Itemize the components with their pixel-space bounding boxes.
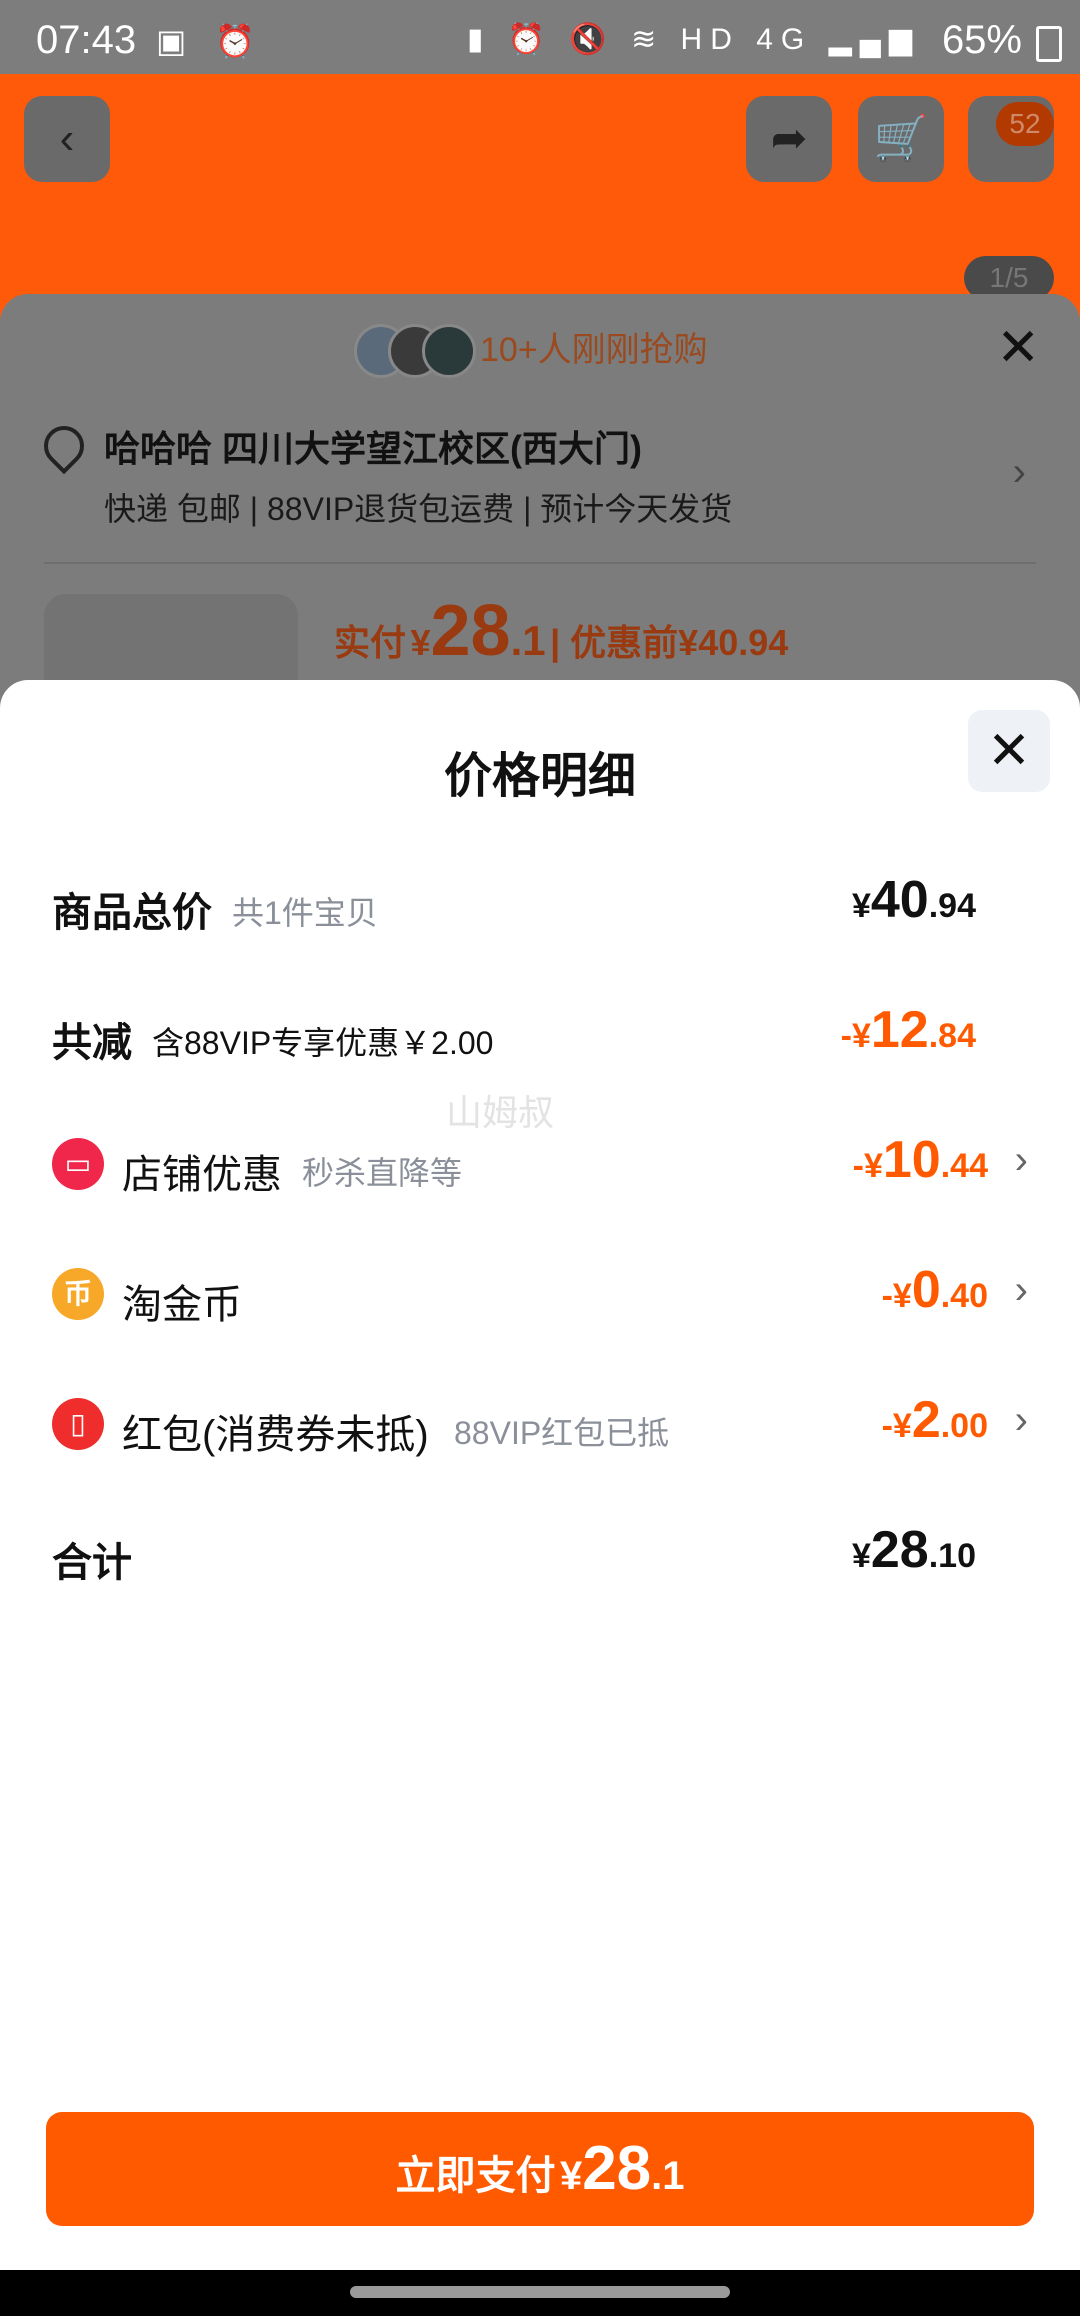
row-amount: -¥10.44 [852,1131,988,1189]
battery-percent: 65% [941,18,1022,62]
gold-coin-icon: 币 [52,1268,104,1320]
pay-button-int: 28 [582,2134,652,2203]
top-nav: ‹ ➦ 🛒 52 1/5 [0,74,1080,300]
shipping-info: 快递 包邮 | 88VIP退货包运费 | 预计今天发货 [104,491,733,527]
before-label: 优惠前 [570,622,679,663]
row-total-price: 商品总价 共1件宝贝 ¥40.94 [52,870,1028,940]
hd-label: HD [680,23,740,56]
row-amount: -¥12.84 [840,1001,976,1059]
chevron-right-icon: › [1012,450,1026,494]
close-icon: ✕ [987,722,1031,780]
row-gold-coin[interactable]: 币 淘金币 -¥0.40 › [52,1260,1028,1330]
pay-summary: 实付 ¥28.1 | 优惠前¥40.94 [334,591,789,671]
sheet-title: 价格明细 [443,750,636,803]
pay-currency: ¥ [410,622,431,663]
system-nav-bar [0,2270,1080,2316]
row-sub: 秒杀直降等 [302,1155,463,1191]
chevron-right-icon: › [1014,1398,1028,1442]
row-label: 店铺优惠 [122,1153,282,1197]
close-icon[interactable]: ✕ [996,318,1040,378]
share-icon[interactable]: ➦ [746,96,832,182]
row-sub: 含88VIP专享优惠￥2.00 [152,1025,494,1061]
shipping-item: 88VIP退货包运费 [267,491,515,527]
pay-dec: .1 [510,617,546,664]
pay-button-label: 立即支付 [395,2154,556,2198]
row-amount: -¥0.40 [881,1261,988,1319]
row-red-packet[interactable]: ▯ 红包(消费券未抵) 88VIP红包已抵 -¥2.00 › [52,1390,1028,1460]
watermark: 山姆叔 [446,1092,555,1133]
pay-label: 实付 [334,622,407,663]
shipping-item: 预计今天发货 [540,491,733,527]
location-pin-icon [35,417,93,475]
cart-icon[interactable]: 🛒 [858,96,944,182]
shipping-item: 快递 包邮 [104,491,241,527]
pay-now-button[interactable]: 立即支付 ¥28.1 [46,2112,1034,2226]
home-indicator[interactable] [350,2286,730,2298]
pay-int: 28 [430,591,511,671]
row-sub: 共1件宝贝 [232,895,378,931]
row-label: 共减 [52,1021,132,1065]
row-label: 商品总价 [52,891,212,935]
chevron-right-icon: › [1014,1138,1028,1182]
cart-badge: 52 [996,102,1054,146]
back-icon[interactable]: ‹ [24,96,110,182]
red-packet-icon: ▯ [52,1398,104,1450]
row-total-discount: 共减 含88VIP专享优惠￥2.00 -¥12.84 [52,1000,1028,1070]
row-amount: -¥2.00 [881,1391,988,1449]
system-icons: ▮ ⏰ 🔇 ≋ HD 4G ▂▄▆ [466,23,920,56]
chevron-right-icon: › [1014,1268,1028,1312]
buyers-text: 10+人刚刚抢购 [480,331,708,369]
row-amount: ¥40.94 [851,871,976,929]
close-button[interactable]: ✕ [968,710,1050,792]
status-bar: 07:43 ▣ ⏰ ▮ ⏰ 🔇 ≋ HD 4G ▂▄▆ 65% [0,0,1080,74]
row-amount: ¥28.10 [851,1521,976,1579]
before-price: ¥40.94 [678,622,789,663]
price-detail-sheet: 价格明细 ✕ 山姆叔 商品总价 共1件宝贝 ¥40.94 共减 含88VIP专享… [0,680,1080,2270]
status-time: 07:43 [36,18,137,62]
battery-icon [1036,26,1062,62]
divider [44,562,1036,564]
address-name: 哈哈哈 四川大学望江校区(西大门) [104,428,642,469]
row-label: 红包(消费券未抵) [122,1413,429,1457]
row-label: 合计 [52,1541,132,1585]
network-label: 4G [756,23,813,56]
row-label: 淘金币 [122,1283,242,1327]
row-sum: 合计 ¥28.10 [52,1520,1028,1590]
avatar [422,324,476,378]
notification-icons: ▣ ⏰ [156,23,265,59]
pay-button-currency: ¥ [559,2154,583,2198]
row-sub: 88VIP红包已抵 [454,1415,670,1451]
pay-button-dec: .1 [651,2154,685,2198]
store-coupon-icon: ▭ [52,1138,104,1190]
row-store-discount[interactable]: ▭ 店铺优惠 秒杀直降等 -¥10.44 › [52,1130,1028,1200]
